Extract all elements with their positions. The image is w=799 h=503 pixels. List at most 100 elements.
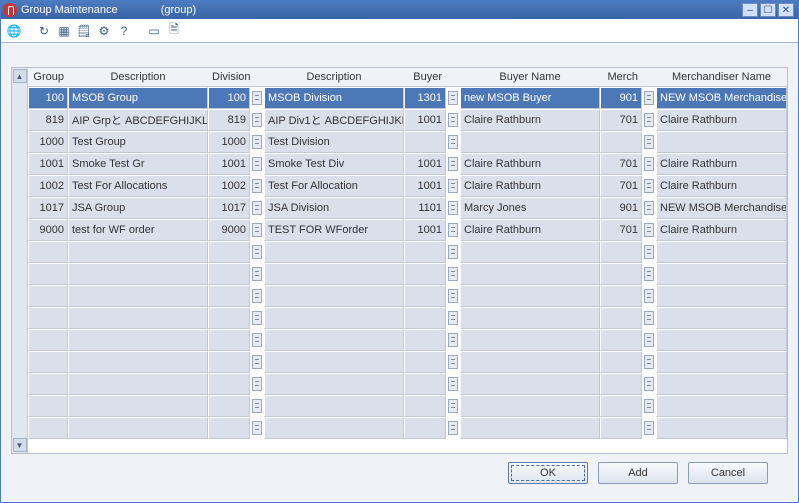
cell[interactable]: 1001 <box>404 153 446 175</box>
lov-button[interactable] <box>250 175 264 197</box>
lov-button[interactable] <box>250 417 264 439</box>
cell[interactable] <box>460 131 600 153</box>
cell[interactable] <box>68 395 208 417</box>
cell[interactable] <box>28 395 68 417</box>
lov-button[interactable] <box>446 395 460 417</box>
cell[interactable]: 1017 <box>28 197 68 219</box>
cell[interactable]: MSOB Group <box>68 87 208 109</box>
lov-button[interactable] <box>642 307 656 329</box>
cell[interactable] <box>208 307 250 329</box>
cell[interactable]: AIP Div1と ABCDEFGHIJKL <box>264 109 404 131</box>
cell[interactable] <box>460 263 600 285</box>
cell[interactable]: Claire Rathburn <box>656 175 787 197</box>
cell[interactable]: 100 <box>28 87 68 109</box>
table-row[interactable]: 1000Test Group1000Test Division <box>28 131 787 153</box>
table-row[interactable]: 9000test for WF order9000TEST FOR WForde… <box>28 219 787 241</box>
cell[interactable]: JSA Group <box>68 197 208 219</box>
cell[interactable] <box>264 395 404 417</box>
cell[interactable] <box>656 373 787 395</box>
table-row[interactable]: 819AIP Grpと ABCDEFGHIJKLI819AIP Div1と AB… <box>28 109 787 131</box>
cell[interactable] <box>68 351 208 373</box>
cell[interactable]: 1001 <box>404 109 446 131</box>
cell[interactable]: 1000 <box>28 131 68 153</box>
cell[interactable]: 9000 <box>28 219 68 241</box>
cell[interactable]: Claire Rathburn <box>656 153 787 175</box>
lov-button[interactable] <box>250 373 264 395</box>
cell[interactable] <box>656 417 787 439</box>
cell[interactable]: 100 <box>208 87 250 109</box>
ok-button[interactable]: OK <box>508 462 588 484</box>
table-row[interactable] <box>28 285 787 307</box>
cell[interactable]: 901 <box>600 197 642 219</box>
table-row[interactable] <box>28 395 787 417</box>
cell[interactable]: 1001 <box>208 153 250 175</box>
lov-button[interactable] <box>446 153 460 175</box>
lov-button[interactable] <box>446 131 460 153</box>
cell[interactable] <box>404 307 446 329</box>
cell[interactable]: 1002 <box>208 175 250 197</box>
cell[interactable]: Marcy Jones <box>460 197 600 219</box>
lov-button[interactable] <box>250 87 264 109</box>
cell[interactable]: 819 <box>28 109 68 131</box>
lov-button[interactable] <box>642 285 656 307</box>
cell[interactable] <box>208 329 250 351</box>
lov-button[interactable] <box>642 131 656 153</box>
cell[interactable] <box>28 329 68 351</box>
cell[interactable] <box>68 373 208 395</box>
cell[interactable] <box>656 351 787 373</box>
cell[interactable] <box>208 285 250 307</box>
lov-button[interactable] <box>642 197 656 219</box>
cell[interactable]: Test For Allocation <box>264 175 404 197</box>
lov-button[interactable] <box>642 373 656 395</box>
notes-icon[interactable]: 🗒 <box>75 22 93 40</box>
cell[interactable] <box>404 351 446 373</box>
vertical-scrollbar[interactable]: ▲ ▼ <box>12 68 28 453</box>
lov-button[interactable] <box>642 351 656 373</box>
lov-button[interactable] <box>642 241 656 263</box>
cell[interactable] <box>264 285 404 307</box>
table-row[interactable] <box>28 307 787 329</box>
table-row[interactable]: 100MSOB Group100MSOB Division1301new MSO… <box>28 87 787 109</box>
cell[interactable] <box>656 241 787 263</box>
cell[interactable] <box>208 241 250 263</box>
cell[interactable] <box>656 307 787 329</box>
table-row[interactable]: 1002Test For Allocations1002Test For All… <box>28 175 787 197</box>
table-row[interactable] <box>28 263 787 285</box>
lov-button[interactable] <box>446 417 460 439</box>
cell[interactable] <box>28 285 68 307</box>
lov-button[interactable] <box>250 351 264 373</box>
cell[interactable]: 701 <box>600 219 642 241</box>
table-row[interactable]: 1017JSA Group1017JSA Division1101Marcy J… <box>28 197 787 219</box>
cell[interactable] <box>68 417 208 439</box>
cell[interactable]: 1101 <box>404 197 446 219</box>
lov-button[interactable] <box>250 285 264 307</box>
lov-button[interactable] <box>446 197 460 219</box>
cell[interactable]: Test Group <box>68 131 208 153</box>
lov-button[interactable] <box>642 395 656 417</box>
lov-button[interactable] <box>446 351 460 373</box>
cell[interactable] <box>28 417 68 439</box>
cell[interactable] <box>600 351 642 373</box>
cell[interactable]: 1000 <box>208 131 250 153</box>
cell[interactable]: 1002 <box>28 175 68 197</box>
lov-button[interactable] <box>446 285 460 307</box>
cell[interactable]: AIP Grpと ABCDEFGHIJKLI <box>68 109 208 131</box>
cell[interactable]: Claire Rathburn <box>460 153 600 175</box>
cell[interactable] <box>656 329 787 351</box>
lov-button[interactable] <box>446 307 460 329</box>
cell[interactable] <box>404 417 446 439</box>
cell[interactable] <box>208 373 250 395</box>
help-icon[interactable]: ? <box>115 22 133 40</box>
cell[interactable] <box>600 307 642 329</box>
mail-icon[interactable]: ▭ <box>145 22 163 40</box>
cell[interactable] <box>404 329 446 351</box>
cell[interactable]: TEST FOR WForder <box>264 219 404 241</box>
cell[interactable] <box>264 307 404 329</box>
cell[interactable] <box>656 285 787 307</box>
cell[interactable]: Claire Rathburn <box>656 219 787 241</box>
cell[interactable] <box>600 417 642 439</box>
cell[interactable] <box>264 351 404 373</box>
cancel-button[interactable]: Cancel <box>688 462 768 484</box>
scroll-down-button[interactable]: ▼ <box>13 438 27 452</box>
cell[interactable] <box>404 131 446 153</box>
